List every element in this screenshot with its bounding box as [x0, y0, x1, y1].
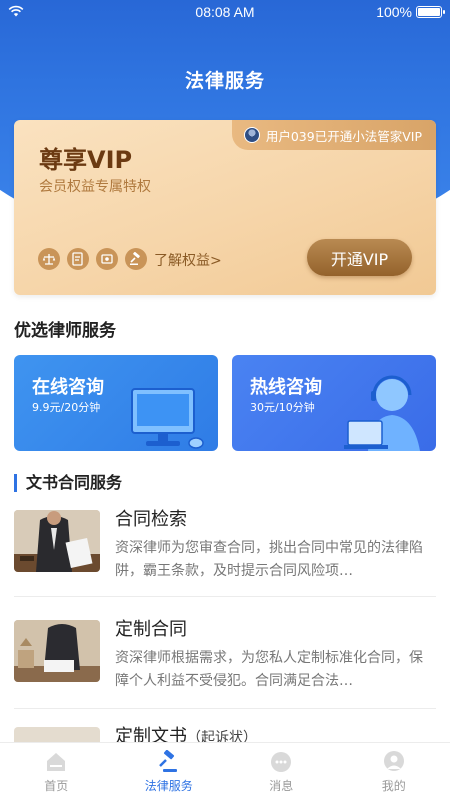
tab-legal-services-label: 法律服务	[144, 779, 193, 793]
tab-home[interactable]: 首页	[0, 743, 113, 800]
custom-contract-thumbnail	[14, 620, 100, 682]
battery-indicator: 100%	[376, 4, 445, 20]
seal-icon	[96, 248, 118, 270]
tab-messages[interactable]: 消息	[225, 743, 338, 800]
online-consult-title: 在线咨询	[32, 377, 104, 398]
battery-percent: 100%	[376, 4, 412, 20]
page-title: 法律服务	[184, 70, 265, 92]
document-edit-icon	[67, 248, 89, 270]
hotline-consult-price: 30元/10分钟	[250, 401, 315, 414]
battery-icon	[416, 6, 445, 18]
status-bar: 08:08 AM 100%	[0, 0, 450, 24]
hotline-consult-card[interactable]: 热线咨询 30元/10分钟	[232, 355, 436, 451]
user-avatar-icon	[243, 127, 260, 143]
bottom-tab-bar: 首页 法律服务 消息 我的	[0, 742, 450, 800]
hotline-consult-title: 热线咨询	[250, 377, 322, 398]
contract-review-item[interactable]: 合同检索 资深律师为您审查合同，挑出合同中常见的法律陷阱，霸王条款，及时提示合同…	[14, 505, 436, 605]
vip-benefit-icons	[38, 248, 147, 270]
divider	[14, 596, 436, 597]
contract-review-thumbnail	[14, 510, 100, 572]
scale-icon	[38, 248, 60, 270]
home-icon	[47, 753, 66, 771]
benefits-link[interactable]: 了解权益>	[154, 250, 222, 270]
vip-card[interactable]: 用户039已开通小法管家VIP 尊享VIP 会员权益专属特权 了解权益> 开通V…	[14, 120, 436, 295]
gavel-icon	[158, 750, 177, 772]
tab-profile-label: 我的	[381, 779, 406, 793]
tab-legal-services[interactable]: 法律服务	[113, 743, 226, 800]
custom-contract-name: 定制合同	[115, 619, 187, 640]
computer-illustration	[131, 388, 204, 449]
divider	[14, 708, 436, 709]
tab-messages-label: 消息	[269, 779, 294, 793]
vip-title: 尊享VIP	[39, 146, 133, 174]
customer-service-illustration	[344, 375, 420, 451]
gavel-icon	[125, 248, 147, 270]
message-icon	[271, 752, 292, 772]
custom-contract-desc: 资深律师根据需求，为您私人定制标准化合同，保障个人利益不受侵犯。合同满足合法…	[115, 650, 423, 689]
lawyer-services-title: 优选律师服务	[14, 321, 116, 341]
open-vip-button[interactable]: 开通VIP	[307, 239, 412, 276]
online-consult-card[interactable]: 在线咨询 9.9元/20分钟	[14, 355, 218, 451]
profile-icon	[383, 751, 404, 771]
doc-services-title: 文书合同服务	[14, 474, 122, 492]
contract-review-name: 合同检索	[115, 509, 187, 530]
tab-profile[interactable]: 我的	[338, 743, 450, 800]
vip-notice-text: 用户039已开通小法管家VIP	[265, 128, 422, 144]
vip-notice: 用户039已开通小法管家VIP	[231, 120, 436, 150]
vip-subtitle: 会员权益专属特权	[39, 179, 151, 195]
online-consult-price: 9.9元/20分钟	[32, 401, 101, 414]
tab-home-label: 首页	[44, 779, 69, 793]
custom-contract-item[interactable]: 定制合同 资深律师根据需求，为您私人定制标准化合同，保障个人利益不受侵犯。合同满…	[14, 615, 436, 715]
contract-review-desc: 资深律师为您审查合同，挑出合同中常见的法律陷阱，霸王条款，及时提示合同风险项…	[115, 540, 423, 579]
